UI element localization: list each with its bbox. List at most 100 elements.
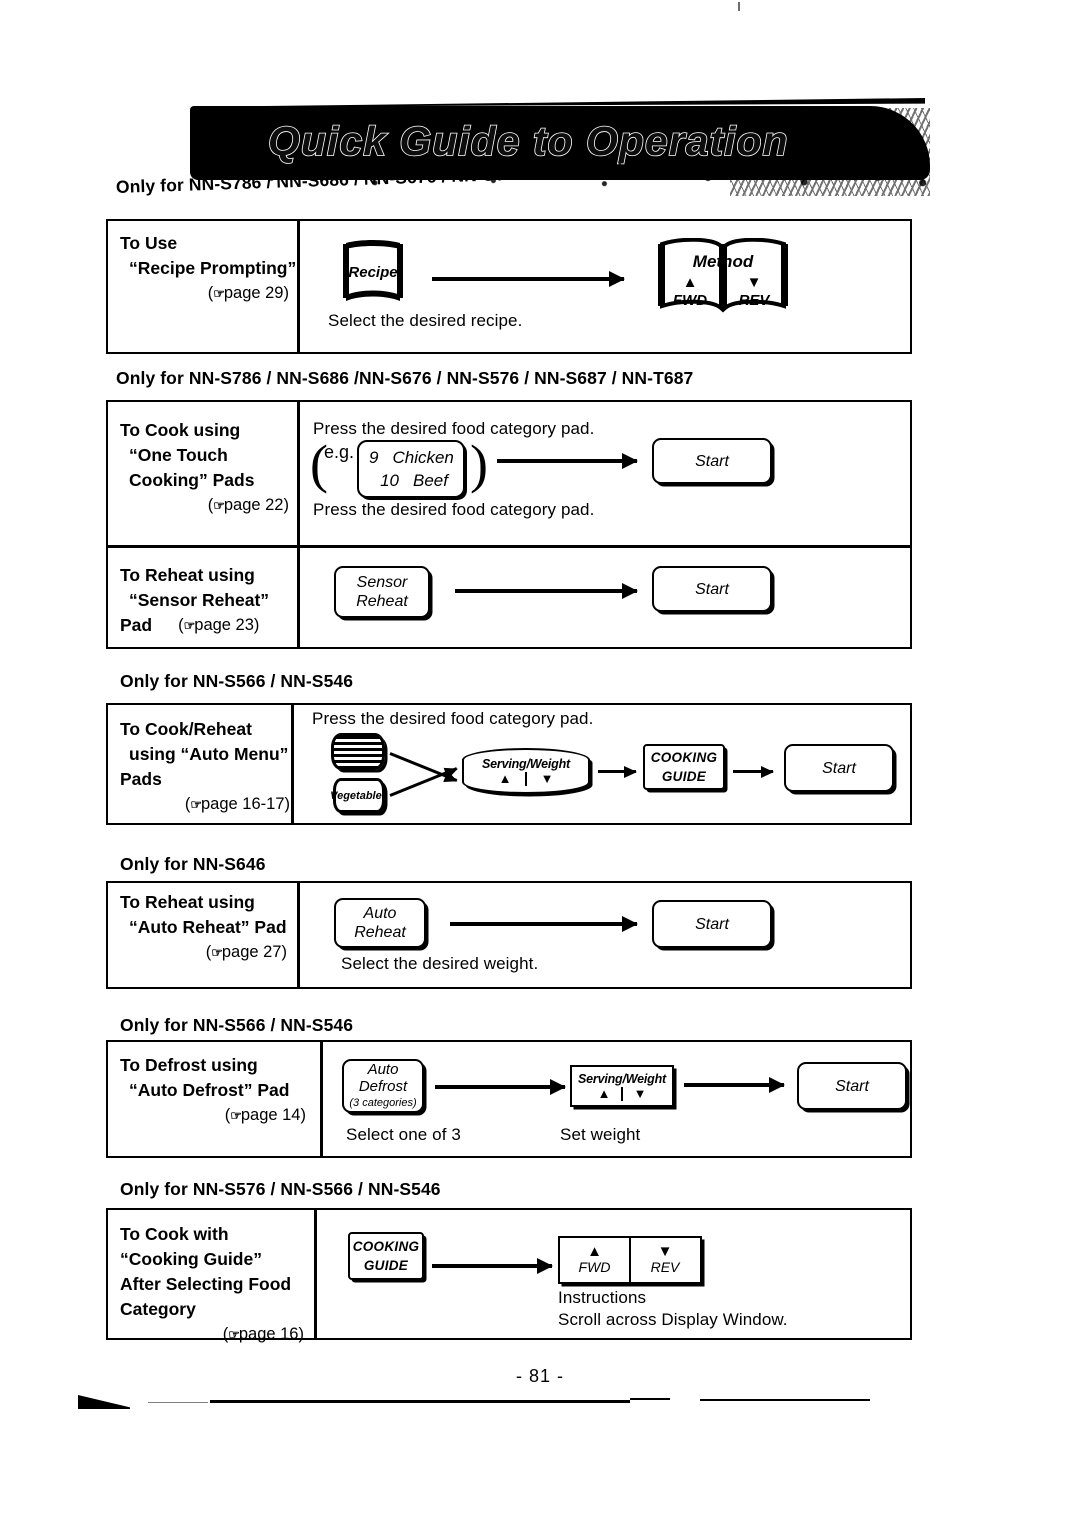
start-button[interactable]: Start <box>652 438 772 484</box>
label-line: To Reheat using <box>120 565 255 585</box>
close-paren: ) <box>470 434 488 494</box>
row-label-one-touch-cooking: To Cook using “One Touch Cooking” Pads (… <box>120 418 295 518</box>
label-line: “Sensor Reheat” <box>129 590 270 610</box>
pad-line: Reheat <box>356 593 408 610</box>
serving-down-arrow-icon[interactable]: ▼ <box>527 772 567 785</box>
pointing-hand-icon: ☞ <box>213 498 225 513</box>
row-divider <box>106 545 912 548</box>
arrow-defrost-to-serving <box>435 1085 565 1089</box>
section-header-5: Only for NN-S566 / NN-S546 <box>120 1015 354 1035</box>
column-divider <box>297 881 300 989</box>
cooking-guide-button[interactable]: COOKING GUIDE <box>348 1232 424 1280</box>
pad-line: Sensor <box>356 574 408 591</box>
row-label-auto-defrost: To Defrost using “Auto Defrost” Pad (☞pa… <box>120 1053 318 1128</box>
serving-up-arrow-icon[interactable]: ▲ <box>485 772 525 785</box>
label-line: To Cook using <box>120 420 241 440</box>
serving-up-arrow-icon[interactable]: ▲ <box>587 1087 621 1100</box>
pad-line: COOKING <box>650 750 718 765</box>
pointing-hand-icon: ☞ <box>190 797 202 812</box>
fwd-key[interactable]: ▲ FWD <box>558 1236 631 1284</box>
serving-weight-arrows[interactable]: ▲ ▼ <box>587 1086 657 1101</box>
auto-reheat-pad[interactable]: Auto Reheat <box>334 898 426 948</box>
label-line: Pads <box>120 769 162 789</box>
footer-rule <box>210 1400 630 1403</box>
arrow-sensor-to-start <box>455 589 637 593</box>
pointing-hand-icon: ☞ <box>183 618 196 633</box>
auto-defrost-pad[interactable]: Auto Defrost (3 categories) <box>342 1059 424 1113</box>
pointing-hand-icon: ☞ <box>211 945 223 960</box>
sensor-reheat-pad[interactable]: Sensor Reheat <box>334 566 430 618</box>
rev-key[interactable]: ▼ REV <box>628 1236 702 1284</box>
auto-reheat-caption: Select the desired weight. <box>341 954 539 973</box>
pointing-hand-icon: ☞ <box>213 286 225 301</box>
label-line: “Cooking Guide” <box>120 1249 262 1269</box>
column-divider <box>297 219 300 354</box>
example-label: e.g. <box>324 442 355 462</box>
pad-line: Auto <box>367 1060 399 1078</box>
page-reference: (☞page 14) <box>224 1106 306 1124</box>
menu-name: Beef <box>413 471 448 490</box>
serving-weight-label: Serving/Weight <box>482 756 570 771</box>
start-button[interactable]: Start <box>784 744 894 792</box>
page-reference-text: page 23 <box>194 616 254 634</box>
scan-speck <box>738 2 740 11</box>
section-header-3: Only for NN-S566 / NN-S546 <box>120 671 354 691</box>
page-reference-text: page 16 <box>238 1325 299 1343</box>
auto-menu-caption-top: Press the desired food category pad. <box>312 709 594 728</box>
down-arrow-icon: ▼ <box>657 1243 673 1260</box>
serving-weight-arrows[interactable]: ▲ ▼ <box>485 771 567 786</box>
page-reference: (☞page 16) <box>222 1325 304 1343</box>
page-number: - 81 - <box>515 1366 564 1386</box>
row-label-cooking-guide: To Cook with “Cooking Guide” After Selec… <box>120 1222 312 1347</box>
pad-line: Reheat <box>354 924 406 941</box>
method-label: Method <box>692 252 754 271</box>
page-reference: (☞page 23) <box>178 616 260 634</box>
footer-rule <box>700 1399 870 1401</box>
fwd-rev-pad[interactable]: ▲ FWD ▼ REV <box>558 1236 702 1284</box>
menu-number: 9 <box>369 448 379 467</box>
start-button[interactable]: Start <box>652 900 772 948</box>
cooking-guide-button[interactable]: COOKING GUIDE <box>643 744 725 790</box>
one-touch-caption-bottom: Press the desired food category pad. <box>313 500 595 519</box>
label-line: To Defrost using <box>120 1055 258 1075</box>
arrow-recipe-to-method <box>432 277 624 281</box>
pad-line: Defrost <box>358 1077 408 1095</box>
footer-rule <box>630 1398 670 1400</box>
vegetables-pad[interactable]: Vegetables <box>330 778 388 813</box>
page-reference-text: page 27 <box>221 943 282 961</box>
method-up-arrow-icon: ▲ <box>682 274 698 291</box>
label-line: To Cook with <box>120 1224 229 1244</box>
label-line: To Cook/Reheat <box>120 719 252 739</box>
row-label-auto-menu: To Cook/Reheat using “Auto Menu” Pads (☞… <box>120 717 290 817</box>
serving-weight-pad[interactable]: Serving/Weight ▲ ▼ <box>462 748 590 794</box>
section-header-2: Only for NN-S786 / NN-S686 /NN-S676 / NN… <box>116 368 694 388</box>
auto-menu-list-pad[interactable] <box>331 733 385 770</box>
defrost-serving-caption: Set weight <box>560 1125 641 1144</box>
food-category-pad[interactable]: 9 Chicken 10 Beef <box>357 440 465 498</box>
label-line-with-ref: Pad (☞page 23) <box>120 613 295 638</box>
start-button[interactable]: Start <box>652 566 772 612</box>
pointing-hand-icon: ☞ <box>230 1108 242 1123</box>
menu-entry[interactable]: 10 Beef <box>369 469 451 492</box>
up-arrow-icon: ▲ <box>587 1243 602 1260</box>
recipe-step-caption: Select the desired recipe. <box>328 311 523 330</box>
start-button[interactable]: Start <box>797 1062 907 1110</box>
defrost-pad-caption: Select one of 3 <box>346 1125 461 1144</box>
column-divider <box>314 1208 317 1340</box>
label-line: “Auto Reheat” Pad <box>129 917 287 937</box>
arrow-cooking-guide-to-fwdrev <box>432 1264 552 1268</box>
section-header-6: Only for NN-S576 / NN-S566 / NN-S546 <box>120 1179 441 1199</box>
page-reference-text: page 22 <box>223 496 284 514</box>
serving-down-arrow-icon[interactable]: ▼ <box>623 1087 657 1100</box>
one-touch-caption-top: Press the desired food category pad. <box>313 419 595 438</box>
page-reference: (☞page 27) <box>205 943 287 961</box>
arrow-serving-to-cooking-guide <box>598 770 636 773</box>
serving-weight-pad[interactable]: Serving/Weight ▲ ▼ <box>570 1065 674 1107</box>
pad-line: Auto <box>363 905 397 922</box>
method-fwd-label: FWD <box>672 292 708 309</box>
label-line: “One Touch <box>129 445 228 465</box>
serving-weight-label: Serving/Weight <box>578 1071 666 1086</box>
label-line: To Use <box>120 233 178 253</box>
page-reference-text: page 14 <box>240 1106 301 1124</box>
menu-entry[interactable]: 9 Chicken <box>369 446 454 469</box>
